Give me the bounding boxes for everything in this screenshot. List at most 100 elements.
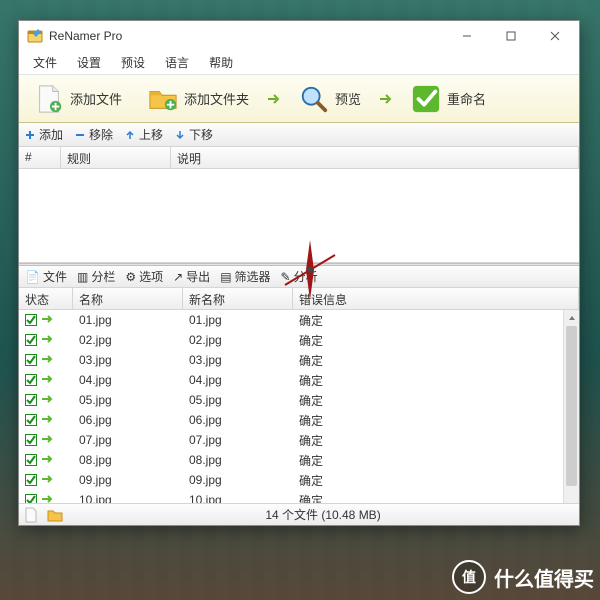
cell-name: 09.jpg (73, 473, 183, 487)
cell-name: 10.jpg (73, 493, 183, 503)
arrow-right-icon (41, 394, 55, 404)
col-rule[interactable]: 规则 (61, 147, 171, 168)
folder-icon[interactable] (47, 507, 63, 523)
cell-name: 02.jpg (73, 333, 183, 347)
menu-help[interactable]: 帮助 (201, 52, 241, 73)
menu-settings[interactable]: 设置 (69, 52, 109, 73)
cell-newname: 09.jpg (183, 473, 293, 487)
filebar-columns[interactable]: ▥分栏 (77, 268, 115, 285)
checkbox-icon[interactable] (25, 434, 37, 446)
filebar-files[interactable]: 📄文件 (25, 268, 67, 285)
cell-msg: 确定 (293, 392, 579, 409)
watermark: 值 什么值得买 (452, 560, 594, 594)
arrow-right-icon (41, 314, 55, 324)
plus-icon (25, 130, 35, 140)
table-row[interactable]: 03.jpg03.jpg确定 (19, 350, 579, 370)
cell-name: 05.jpg (73, 393, 183, 407)
check-icon (411, 84, 441, 114)
file-icon[interactable] (23, 507, 39, 523)
col-num[interactable]: # (19, 147, 61, 168)
table-row[interactable]: 06.jpg06.jpg确定 (19, 410, 579, 430)
table-row[interactable]: 04.jpg04.jpg确定 (19, 370, 579, 390)
arrow-up-icon (125, 130, 135, 140)
cell-msg: 确定 (293, 452, 579, 469)
cell-newname: 01.jpg (183, 313, 293, 327)
checkbox-icon[interactable] (25, 414, 37, 426)
app-icon (27, 28, 43, 44)
window-title: ReNamer Pro (49, 29, 122, 43)
col-status[interactable]: 状态 (19, 288, 73, 309)
checkbox-icon[interactable] (25, 354, 37, 366)
arrow-right-icon (41, 414, 55, 424)
arrow-right-icon (41, 494, 55, 503)
cell-newname: 08.jpg (183, 453, 293, 467)
menu-presets[interactable]: 预设 (113, 52, 153, 73)
cell-msg: 确定 (293, 412, 579, 429)
filebar-filter[interactable]: ▤筛选器 (220, 268, 270, 285)
table-row[interactable]: 10.jpg10.jpg确定 (19, 490, 579, 503)
table-row[interactable]: 02.jpg02.jpg确定 (19, 330, 579, 350)
cell-newname: 07.jpg (183, 433, 293, 447)
table-row[interactable]: 09.jpg09.jpg确定 (19, 470, 579, 490)
cell-newname: 03.jpg (183, 353, 293, 367)
add-folders-button[interactable]: 添加文件夹 (139, 79, 258, 119)
table-row[interactable]: 08.jpg08.jpg确定 (19, 450, 579, 470)
checkbox-icon[interactable] (25, 494, 37, 503)
checkbox-icon[interactable] (25, 334, 37, 346)
checkbox-icon[interactable] (25, 374, 37, 386)
rename-button[interactable]: 重命名 (402, 79, 495, 119)
close-button[interactable] (533, 22, 577, 50)
checkbox-icon[interactable] (25, 454, 37, 466)
cell-newname: 10.jpg (183, 493, 293, 503)
rule-add[interactable]: 添加 (25, 126, 63, 143)
rule-remove[interactable]: 移除 (75, 126, 113, 143)
table-row[interactable]: 05.jpg05.jpg确定 (19, 390, 579, 410)
col-name[interactable]: 名称 (73, 288, 183, 309)
magnifier-icon (299, 84, 329, 114)
rule-down[interactable]: 下移 (175, 126, 213, 143)
cell-msg: 确定 (293, 372, 579, 389)
rule-up[interactable]: 上移 (125, 126, 163, 143)
cell-msg: 确定 (293, 472, 579, 489)
table-rows[interactable]: 01.jpg01.jpg确定02.jpg02.jpg确定03.jpg03.jpg… (19, 310, 579, 503)
cell-msg: 确定 (293, 332, 579, 349)
checkbox-icon[interactable] (25, 474, 37, 486)
cell-name: 08.jpg (73, 453, 183, 467)
table-row[interactable]: 07.jpg07.jpg确定 (19, 430, 579, 450)
cell-name: 01.jpg (73, 313, 183, 327)
add-files-button[interactable]: 添加文件 (25, 79, 131, 119)
checkbox-icon[interactable] (25, 394, 37, 406)
arrow-right-icon (41, 334, 55, 344)
maximize-button[interactable] (489, 22, 533, 50)
preview-button[interactable]: 预览 (290, 79, 370, 119)
checkbox-icon[interactable] (25, 314, 37, 326)
col-error[interactable]: 错误信息 (293, 288, 579, 309)
filebar-export[interactable]: ↗导出 (173, 268, 210, 285)
filebar-options[interactable]: ⚙选项 (125, 268, 163, 285)
scrollbar[interactable] (563, 310, 579, 503)
cell-newname: 02.jpg (183, 333, 293, 347)
app-window: ReNamer Pro 文件 设置 预设 语言 帮助 添加文件 添加文件夹 预览… (18, 20, 580, 526)
rules-body[interactable] (19, 169, 579, 263)
col-newname[interactable]: 新名称 (183, 288, 293, 309)
folder-add-icon (148, 84, 178, 114)
arrow-icon (266, 91, 282, 107)
menu-file[interactable]: 文件 (25, 52, 65, 73)
scroll-up-button[interactable] (564, 310, 579, 326)
files-toolbar: 📄文件 ▥分栏 ⚙选项 ↗导出 ▤筛选器 ✎分析 (19, 266, 579, 288)
titlebar[interactable]: ReNamer Pro (19, 21, 579, 51)
toolbar: 添加文件 添加文件夹 预览 重命名 (19, 75, 579, 123)
rules-toolbar: 添加 移除 上移 下移 (19, 123, 579, 147)
arrow-right-icon (41, 434, 55, 444)
file-add-icon (34, 84, 64, 114)
cell-msg: 确定 (293, 492, 579, 504)
statusbar: 14 个文件 (10.48 MB) (19, 503, 579, 525)
arrow-right-icon (41, 374, 55, 384)
col-desc[interactable]: 说明 (171, 147, 579, 168)
table-row[interactable]: 01.jpg01.jpg确定 (19, 310, 579, 330)
filebar-analyze[interactable]: ✎分析 (281, 268, 318, 285)
scroll-thumb[interactable] (566, 326, 577, 486)
minimize-button[interactable] (445, 22, 489, 50)
menu-language[interactable]: 语言 (157, 52, 197, 73)
cell-msg: 确定 (293, 352, 579, 369)
